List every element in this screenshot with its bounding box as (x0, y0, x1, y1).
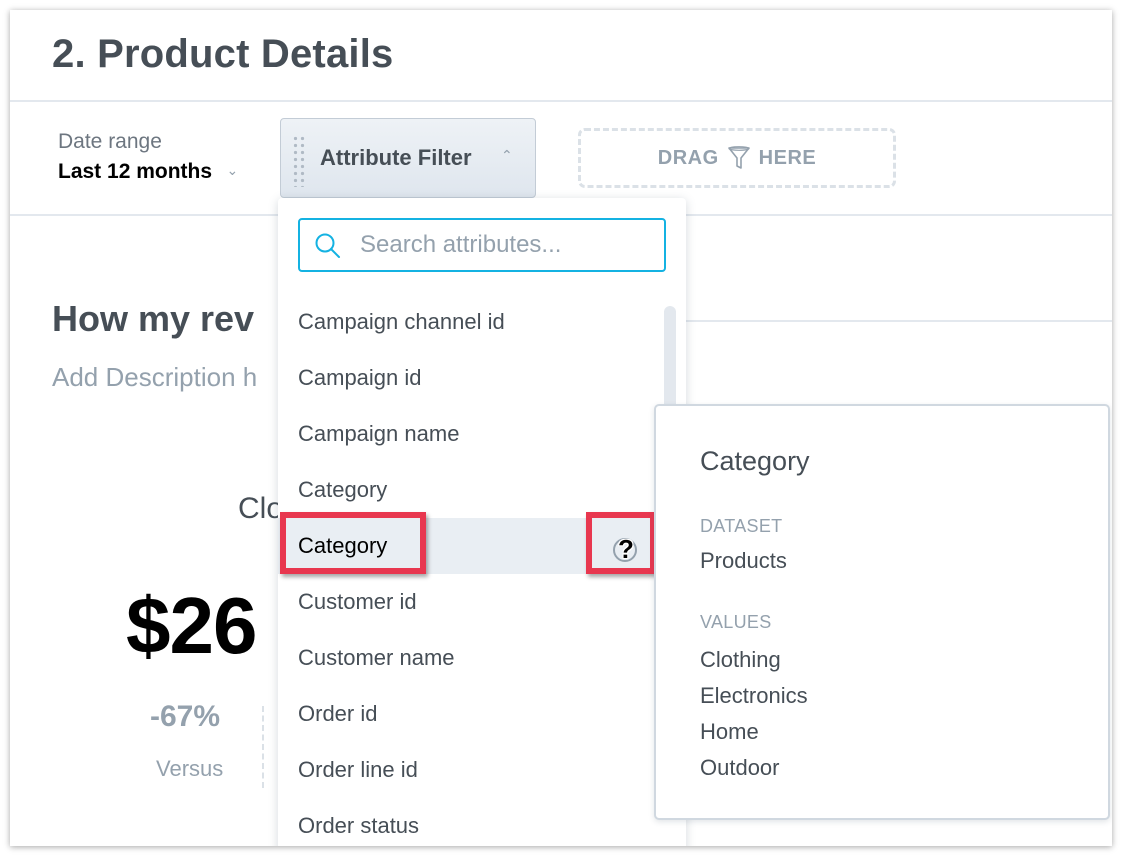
list-item-label: Campaign channel id (298, 309, 505, 334)
list-item-label: Order id (298, 701, 378, 726)
list-item[interactable]: Order id (278, 686, 658, 742)
list-item[interactable]: Customer name (278, 630, 658, 686)
list-item-label: Customer id (298, 589, 417, 614)
filter-drop-zone[interactable]: DRAG HERE (578, 128, 896, 188)
annotation-highlight-help-icon (586, 512, 656, 574)
kpi-label: Clo (238, 492, 284, 525)
list-item[interactable]: Customer id (278, 574, 658, 630)
attribute-filter-button[interactable]: Attribute Filter ⌃ (280, 118, 536, 198)
kpi-value: $26 (126, 581, 257, 670)
list-item-label: Customer name (298, 645, 455, 670)
drop-zone-text-after: HERE (758, 146, 817, 169)
value-item: Home (700, 719, 759, 744)
list-item[interactable]: Order line id (278, 742, 658, 798)
list-item[interactable]: Order status (278, 798, 658, 846)
search-box[interactable] (298, 218, 666, 272)
chevron-up-icon: ⌃ (501, 147, 513, 163)
page-title: 2. Product Details (52, 32, 394, 76)
search-icon (315, 233, 340, 258)
kpi-change-percent: -67% (150, 700, 221, 733)
drag-handle-icon[interactable] (292, 135, 306, 187)
chevron-down-icon: ⌄ (226, 162, 239, 178)
date-range-filter[interactable]: Date range Last 12 months ⌄ (58, 130, 238, 184)
list-item-label: Order status (298, 813, 420, 838)
tooltip-title: Category (700, 446, 810, 476)
list-item[interactable]: Campaign id (278, 350, 658, 406)
value-item: Clothing (700, 647, 781, 672)
title-divider (10, 100, 1112, 102)
dashboard-window: 2. Product Details Date range Last 12 mo… (10, 10, 1112, 846)
dataset-label: DATASET (700, 516, 783, 536)
funnel-icon (727, 146, 750, 169)
dataset-value: Products (700, 548, 787, 573)
search-attributes-input[interactable] (360, 230, 656, 260)
list-item-label: Order line id (298, 757, 418, 782)
list-item-label: Campaign name (298, 421, 460, 446)
list-item[interactable]: Campaign name (278, 406, 658, 462)
values-label: VALUES (700, 612, 772, 632)
attribute-details-tooltip: Category DATASET Products VALUES Clothin… (654, 404, 1110, 820)
widget-description[interactable]: Add Description h (52, 362, 257, 393)
list-item-label: Category (298, 477, 388, 502)
widget-title[interactable]: How my rev (52, 298, 254, 340)
list-item[interactable]: Category (278, 462, 658, 518)
widget-divider (686, 320, 1112, 322)
kpi-divider (262, 706, 264, 788)
list-item[interactable]: Campaign channel id (278, 294, 658, 350)
value-item: Outdoor (700, 755, 780, 780)
drop-zone-text-before: DRAG (657, 146, 719, 169)
annotation-highlight-category (280, 512, 426, 574)
attribute-filter-label: Attribute Filter (320, 145, 472, 170)
value-item: Electronics (700, 683, 808, 708)
date-range-value: Last 12 months (58, 160, 213, 183)
date-range-label: Date range (58, 130, 162, 153)
list-item-label: Campaign id (298, 365, 422, 390)
kpi-versus-label: Versus (156, 756, 224, 781)
values-list: Clothing Electronics Home Outdoor (700, 642, 808, 786)
